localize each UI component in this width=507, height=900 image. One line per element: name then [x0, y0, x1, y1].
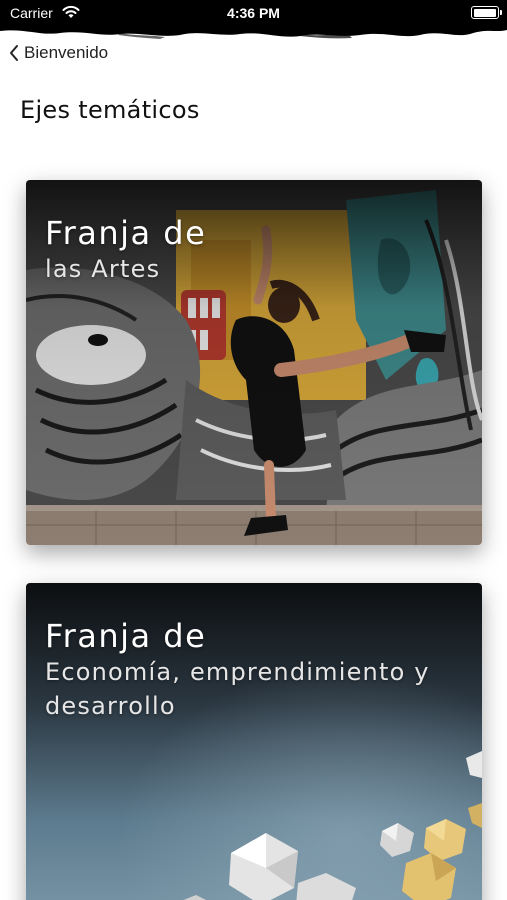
- clock-label: 4:36 PM: [227, 5, 280, 21]
- back-button-label: Bienvenido: [24, 43, 109, 62]
- battery-icon: [471, 6, 502, 19]
- card-subtitle: las Artes: [45, 255, 161, 283]
- back-button[interactable]: Bienvenido: [8, 40, 108, 66]
- card-franja-artes[interactable]: Franja de las Artes: [26, 180, 482, 545]
- card-heading: Franja de: [45, 214, 207, 252]
- page-title: Ejes temáticos: [20, 96, 200, 124]
- card-franja-economia[interactable]: Franja de Economía, emprendimiento y des…: [26, 583, 482, 900]
- chevron-left-icon: [10, 45, 18, 61]
- status-bar: Carrier 4:36 PM: [0, 0, 507, 40]
- card-subtitle: Economía, emprendimiento y desarrollo: [45, 658, 430, 720]
- card-heading: Franja de: [45, 617, 207, 655]
